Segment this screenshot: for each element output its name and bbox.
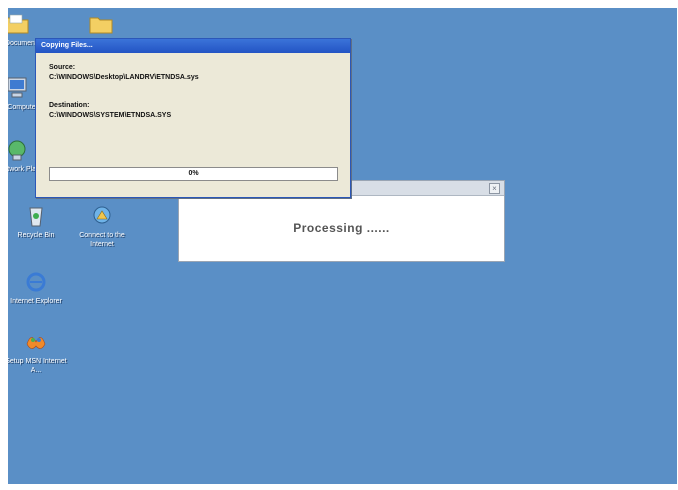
copying-files-dialog: Copying Files... Source: C:\WINDOWS\Desk… xyxy=(35,38,351,198)
desktop-icon-setup-msn[interactable]: Setup MSN Internet A... xyxy=(8,330,67,375)
desktop-icon-label: Connect to the Internet xyxy=(79,232,125,248)
folder-icon xyxy=(89,17,113,34)
desktop-icon-recycle-bin[interactable]: Recycle Bin xyxy=(8,204,67,240)
msn-icon xyxy=(26,337,46,349)
dialog-body: Source: C:\WINDOWS\Desktop\LANDRV\ETNDSA… xyxy=(49,63,340,121)
connect-icon xyxy=(93,206,111,224)
internet-explorer-icon xyxy=(26,272,46,292)
recycle-bin-icon xyxy=(29,207,43,227)
destination-path: C:\WINDOWS\SYSTEM\ETNDSA.SYS xyxy=(49,112,172,119)
progress-percent: 0% xyxy=(188,170,199,177)
destination-label: Destination: xyxy=(49,102,90,109)
source-label: Source: xyxy=(49,64,76,71)
desktop-icon-label: Recycle Bin xyxy=(17,232,55,239)
close-icon[interactable]: × xyxy=(489,183,500,194)
desktop-icon-label: Internet Explorer xyxy=(10,298,62,305)
processing-text: Processing ...... xyxy=(293,221,390,235)
desktop-icon-internet-explorer[interactable]: Internet Explorer xyxy=(8,270,67,306)
desktop-icon-connect-internet[interactable]: Connect to the Internet xyxy=(71,204,133,249)
network-icon xyxy=(8,140,26,161)
desktop-icon-label: Setup MSN Internet A... xyxy=(8,358,67,374)
dialog-title[interactable]: Copying Files... xyxy=(36,39,350,53)
folder-icon xyxy=(8,14,29,34)
computer-icon xyxy=(8,77,27,98)
source-path: C:\WINDOWS\Desktop\LANDRV\ETNDSA.sys xyxy=(49,74,199,81)
copy-progress-bar: 0% xyxy=(49,167,338,181)
desktop: My Documents My Computer My Network Plac… xyxy=(8,8,677,484)
desktop-icon-folder[interactable] xyxy=(70,12,132,39)
